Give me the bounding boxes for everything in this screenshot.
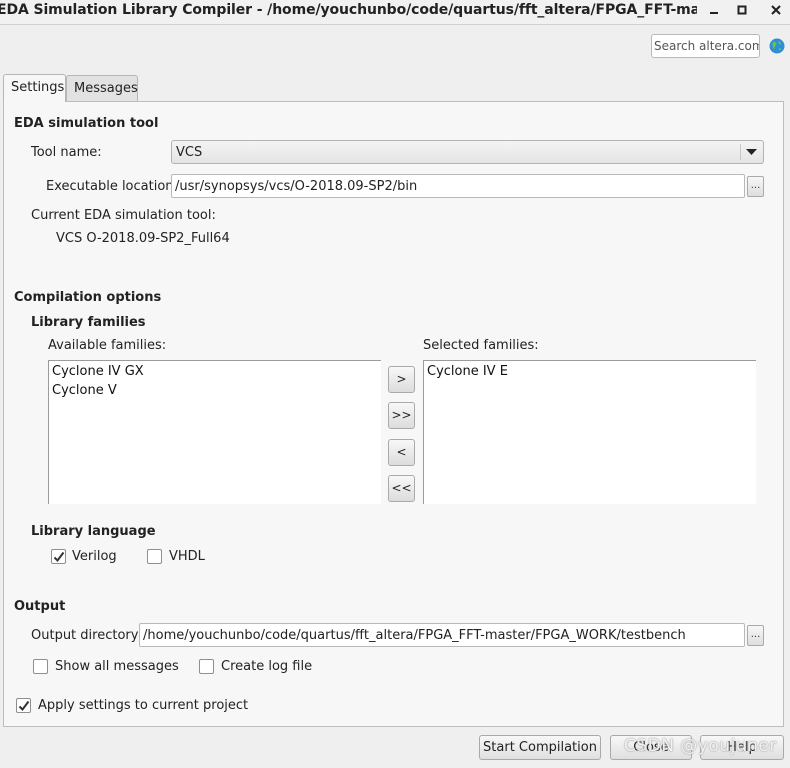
apply-settings-checkbox[interactable] bbox=[16, 698, 31, 713]
watermark: CSDN @youjuner bbox=[624, 736, 777, 756]
current-tool-value: VCS O-2018.09-SP2_Full64 bbox=[56, 231, 230, 246]
library-families-title: Library families bbox=[31, 315, 146, 330]
title-bar: EDA Simulation Library Compiler - /home/… bbox=[0, 0, 790, 25]
available-families-list[interactable]: Cyclone IV GX Cyclone V bbox=[48, 360, 381, 504]
vhdl-checkbox[interactable] bbox=[147, 549, 162, 564]
window-title: EDA Simulation Library Compiler - /home/… bbox=[0, 2, 697, 18]
eda-tool-section-title: EDA simulation tool bbox=[14, 116, 159, 131]
tool-name-label: Tool name: bbox=[31, 145, 102, 160]
close-window-button[interactable] bbox=[767, 2, 785, 20]
verilog-label: Verilog bbox=[72, 549, 117, 564]
current-tool-label: Current EDA simulation tool: bbox=[31, 208, 216, 223]
available-families-label: Available families: bbox=[48, 338, 167, 353]
add-family-button[interactable]: > bbox=[388, 366, 415, 393]
selected-families-label: Selected families: bbox=[423, 338, 539, 353]
tab-messages[interactable]: Messages bbox=[66, 75, 138, 101]
maximize-button[interactable] bbox=[733, 2, 751, 20]
remove-family-button[interactable]: < bbox=[388, 439, 415, 466]
create-log-file-checkbox[interactable] bbox=[199, 659, 214, 674]
close-icon bbox=[771, 5, 781, 15]
vhdl-label: VHDL bbox=[169, 549, 205, 564]
show-all-messages-label: Show all messages bbox=[55, 659, 179, 674]
chevron-down-icon bbox=[746, 149, 757, 155]
selected-families-list[interactable]: Cyclone IV E bbox=[423, 360, 756, 504]
dropdown-separator bbox=[740, 144, 741, 160]
minimize-icon bbox=[710, 12, 718, 14]
exec-location-field[interactable] bbox=[171, 174, 745, 198]
output-dir-field[interactable] bbox=[139, 623, 745, 647]
exec-location-label: Executable location: bbox=[46, 179, 178, 194]
remove-all-families-button[interactable]: << bbox=[388, 475, 415, 502]
output-section-title: Output bbox=[14, 599, 66, 614]
tool-name-dropdown[interactable]: VCS bbox=[171, 140, 764, 164]
checkmark-icon bbox=[18, 700, 30, 712]
minimize-button[interactable] bbox=[705, 2, 723, 20]
apply-settings-label: Apply settings to current project bbox=[38, 698, 249, 713]
show-all-messages-checkbox[interactable] bbox=[33, 659, 48, 674]
exec-location-input[interactable] bbox=[172, 175, 739, 197]
exec-location-browse-button[interactable]: ... bbox=[747, 176, 764, 197]
tab-settings[interactable]: Settings bbox=[3, 74, 66, 102]
output-dir-label: Output directory: bbox=[31, 628, 142, 643]
library-language-title: Library language bbox=[31, 524, 156, 539]
list-item[interactable]: Cyclone IV GX bbox=[49, 362, 381, 381]
search-input[interactable] bbox=[652, 35, 761, 57]
add-all-families-button[interactable]: >> bbox=[388, 402, 415, 429]
list-item[interactable]: Cyclone V bbox=[49, 381, 381, 400]
output-dir-input[interactable] bbox=[140, 624, 738, 646]
verilog-checkbox[interactable] bbox=[51, 549, 66, 564]
start-compilation-button[interactable]: Start Compilation bbox=[479, 735, 601, 760]
search-box[interactable] bbox=[651, 34, 761, 58]
output-dir-browse-button[interactable]: ... bbox=[747, 625, 764, 646]
compilation-section-title: Compilation options bbox=[14, 290, 162, 305]
maximize-icon bbox=[737, 5, 747, 15]
tool-name-value: VCS bbox=[176, 145, 203, 160]
globe-icon[interactable] bbox=[769, 38, 785, 54]
create-log-file-label: Create log file bbox=[221, 659, 313, 674]
checkmark-icon bbox=[53, 551, 65, 563]
list-item[interactable]: Cyclone IV E bbox=[424, 362, 756, 381]
